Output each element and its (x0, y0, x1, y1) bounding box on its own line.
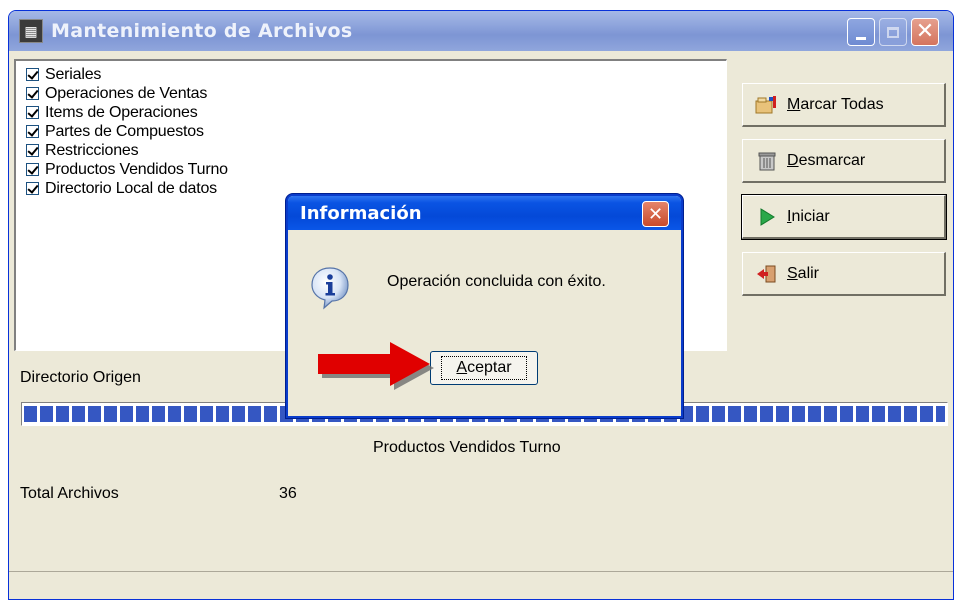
exit-door-icon (755, 263, 779, 285)
dialog-title-bar[interactable]: Información ✕ (288, 196, 681, 230)
dialog-title: Información (300, 202, 422, 224)
aceptar-label: Aceptar (441, 356, 527, 380)
close-icon: ✕ (915, 19, 935, 44)
list-item[interactable]: Seriales (26, 65, 101, 84)
dialog-message: Operación concluida con éxito. (387, 273, 606, 290)
marcar-todas-label: Marcar Todas (787, 95, 884, 113)
play-icon (755, 206, 779, 228)
close-icon: ✕ (647, 203, 664, 225)
status-bar (9, 571, 953, 599)
total-archivos-label: Total Archivos (20, 485, 119, 502)
checkbox[interactable] (26, 106, 39, 119)
trash-icon (755, 150, 779, 172)
minimize-icon (856, 36, 866, 40)
list-item[interactable]: Restricciones (26, 141, 139, 160)
app-icon: ▦ (19, 19, 43, 43)
desmarcar-button[interactable]: Desmarcar (742, 139, 946, 183)
salir-button[interactable]: Salir (742, 252, 946, 296)
list-item-label: Restricciones (45, 141, 139, 159)
list-item-label: Operaciones de Ventas (45, 84, 208, 102)
maximize-icon (887, 26, 899, 38)
desmarcar-label: Desmarcar (787, 151, 866, 169)
checkbox[interactable] (26, 68, 39, 81)
list-item[interactable]: Productos Vendidos Turno (26, 160, 228, 179)
list-item[interactable]: Items de Operaciones (26, 103, 198, 122)
list-item[interactable]: Operaciones de Ventas (26, 84, 207, 103)
dialog-close-button[interactable]: ✕ (642, 201, 669, 227)
checkbox[interactable] (26, 182, 39, 195)
window-title: Mantenimiento de Archivos (51, 20, 353, 42)
list-item-label: Seriales (45, 65, 102, 83)
maximize-button[interactable] (879, 18, 907, 46)
minimize-button[interactable] (847, 18, 875, 46)
aceptar-button[interactable]: Aceptar (430, 351, 538, 385)
marcar-todas-button[interactable]: Marcar Todas (742, 83, 946, 127)
list-item-label: Items de Operaciones (45, 103, 198, 121)
list-item-label: Partes de Compuestos (45, 122, 204, 140)
directorio-origen-label: Directorio Origen (20, 369, 141, 386)
title-bar[interactable]: ▦ Mantenimiento de Archivos ✕ (9, 11, 953, 51)
iniciar-button[interactable]: Iniciar (741, 194, 947, 240)
total-archivos-value: 36 (279, 485, 297, 502)
list-item-label: Directorio Local de datos (45, 179, 217, 197)
list-item[interactable]: Partes de Compuestos (26, 122, 204, 141)
checkbox[interactable] (26, 163, 39, 176)
red-arrow (316, 340, 440, 390)
salir-label: Salir (787, 264, 820, 282)
close-button[interactable]: ✕ (911, 18, 939, 46)
checkbox[interactable] (26, 144, 39, 157)
folder-flag-icon (755, 94, 779, 116)
checkbox[interactable] (26, 87, 39, 100)
list-item[interactable]: Directorio Local de datos (26, 179, 217, 198)
checkbox[interactable] (26, 125, 39, 138)
current-item-label: Productos Vendidos Turno (373, 439, 561, 456)
info-icon (310, 266, 350, 310)
list-item-label: Productos Vendidos Turno (45, 160, 228, 178)
iniciar-label: Iniciar (787, 207, 830, 225)
